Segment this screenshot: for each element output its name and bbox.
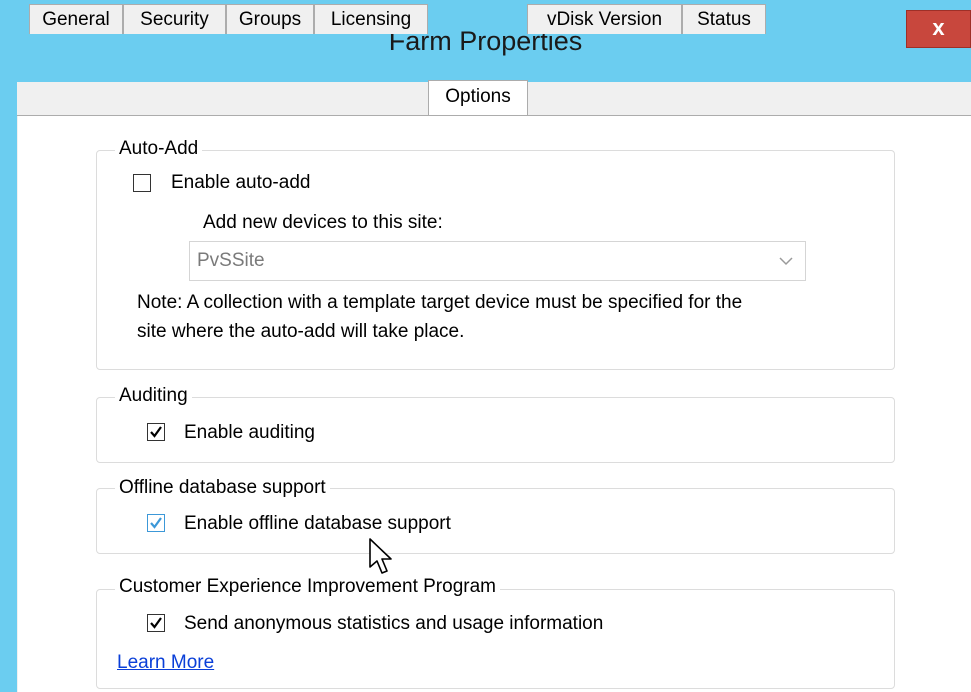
enable-offline-db-checkbox[interactable] — [147, 514, 165, 532]
note-line-1: Note: A collection with a template targe… — [137, 292, 743, 313]
auto-add-group-label: Auto-Add — [115, 138, 203, 160]
send-statistics-label[interactable]: Send anonymous statistics and usage info… — [184, 613, 603, 635]
ceip-group-label: Customer Experience Improvement Program — [115, 576, 500, 598]
close-button[interactable]: x — [906, 10, 971, 48]
ceip-group — [96, 589, 895, 689]
enable-auto-add-checkbox[interactable] — [133, 174, 151, 192]
checkmark-icon — [150, 517, 162, 529]
tab-options[interactable]: Options — [428, 80, 528, 115]
close-icon: x — [932, 15, 945, 40]
tab-groups[interactable]: Groups — [226, 4, 314, 34]
site-label: Add new devices to this site: — [203, 212, 443, 233]
enable-offline-db-label[interactable]: Enable offline database support — [184, 513, 451, 535]
site-select-value: PvSSite — [197, 250, 265, 271]
tab-security[interactable]: Security — [123, 4, 226, 34]
window-frame — [0, 82, 17, 692]
offline-db-group-label: Offline database support — [115, 477, 330, 499]
send-statistics-checkbox[interactable] — [147, 614, 165, 632]
checkmark-icon — [150, 426, 162, 438]
enable-auditing-label[interactable]: Enable auditing — [184, 422, 315, 444]
chevron-down-icon — [779, 253, 793, 271]
auto-add-note: Note: A collection with a template targe… — [137, 288, 837, 346]
auditing-group-label: Auditing — [115, 385, 192, 407]
site-select[interactable]: PvSSite — [189, 241, 806, 281]
checkmark-icon — [150, 617, 162, 629]
note-line-2: site where the auto-add will take place. — [137, 321, 465, 342]
tab-vdisk-version[interactable]: vDisk Version — [527, 4, 682, 34]
enable-auditing-checkbox[interactable] — [147, 423, 165, 441]
tab-general[interactable]: General — [29, 4, 123, 34]
tab-licensing[interactable]: Licensing — [314, 4, 428, 34]
tab-status[interactable]: Status — [682, 4, 766, 34]
mouse-cursor-icon — [368, 537, 394, 582]
learn-more-link[interactable]: Learn More — [117, 652, 214, 674]
enable-auto-add-label[interactable]: Enable auto-add — [171, 172, 310, 194]
